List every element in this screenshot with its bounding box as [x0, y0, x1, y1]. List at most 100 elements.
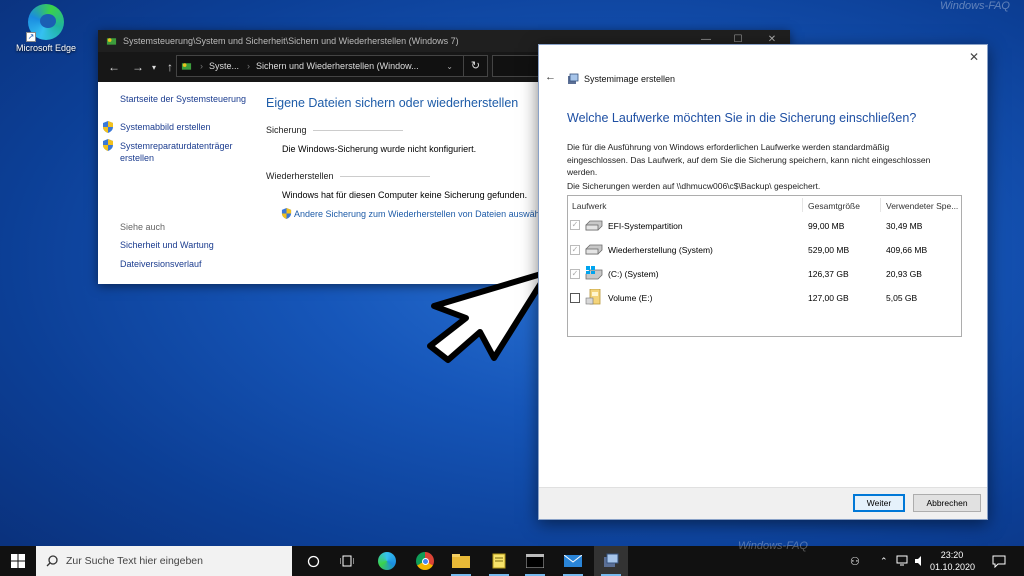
back-arrow-icon[interactable]: ← — [104, 60, 124, 74]
column-header-used[interactable]: Verwendeter Spe... — [886, 201, 958, 211]
drive-total: 99,00 MB — [808, 221, 845, 231]
description-line: Die für die Ausführung von Windows erfor… — [567, 142, 890, 152]
section-title: Sicherung — [266, 125, 307, 135]
divider — [312, 129, 403, 131]
drive-total: 126,37 GB — [808, 269, 849, 279]
see-also-label: Siehe auch — [120, 222, 166, 232]
search-placeholder: Zur Suche Text hier eingeben — [66, 555, 203, 567]
table-row[interactable]: Volume (E:) 127,00 GB 5,05 GB — [568, 286, 961, 308]
refresh-icon[interactable]: ↻ — [463, 56, 487, 76]
edge-taskbar-icon[interactable] — [370, 546, 404, 576]
chevron-down-icon[interactable]: ▾ — [148, 63, 160, 72]
sidebar-item-security[interactable]: Sicherheit und Wartung — [120, 240, 214, 250]
column-divider[interactable] — [802, 198, 803, 212]
desktop-icon-microsoft-edge[interactable]: ↗ Microsoft Edge — [12, 4, 80, 53]
sidebar-item-create-image[interactable]: Systemabbild erstellen — [120, 122, 211, 132]
drive-name: EFI-Systempartition — [608, 221, 683, 231]
column-header-drive[interactable]: Laufwerk — [572, 201, 607, 211]
drive-used: 5,05 GB — [886, 293, 918, 303]
table-header: Laufwerk Gesamtgröße Verwendeter Spe... — [568, 196, 961, 214]
forward-arrow-icon[interactable]: → — [128, 60, 148, 74]
checkbox-checked-disabled: ✓ — [570, 269, 580, 279]
clock-date: 01.10.2020 — [930, 562, 976, 572]
windows-logo-icon — [11, 554, 25, 568]
people-icon[interactable]: ⚇ — [850, 546, 860, 576]
chrome-icon[interactable] — [408, 546, 442, 576]
clock[interactable]: 23:20 01.10.2020 — [930, 549, 976, 573]
shield-icon — [102, 121, 114, 135]
link-label: Andere Sicherung zum Wiederherstellen vo… — [294, 208, 542, 219]
drive-list[interactable]: Laufwerk Gesamtgröße Verwendeter Spe... … — [567, 195, 962, 337]
clock-time: 23:20 — [940, 550, 964, 560]
drive-icon — [585, 244, 603, 255]
drive-icon — [585, 220, 603, 231]
volume-icon[interactable] — [914, 546, 926, 576]
control-panel-icon — [181, 63, 192, 70]
shield-icon — [281, 208, 292, 219]
sidebar-item-label: Systemreparaturdatenträger — [120, 141, 233, 151]
checkbox-checked-disabled: ✓ — [570, 245, 580, 255]
backup-status: Die Windows-Sicherung wurde nicht konfig… — [282, 144, 477, 154]
checkbox-checked-disabled: ✓ — [570, 220, 580, 230]
desktop-icon-label: Microsoft Edge — [15, 43, 77, 53]
sidebar-item-home[interactable]: Startseite der Systemsteuerung — [120, 94, 270, 104]
column-header-total[interactable]: Gesamtgröße — [808, 201, 860, 211]
next-button[interactable]: Weiter — [853, 494, 905, 512]
dialog-heading: Welche Laufwerke möchten Sie in die Sich… — [567, 111, 917, 125]
address-bar[interactable]: › Syste... › Sichern und Wiederherstelle… — [176, 55, 488, 77]
network-icon[interactable] — [896, 546, 910, 576]
volume-drive-icon — [585, 289, 601, 305]
section-backup: Sicherung — [266, 125, 542, 135]
table-row[interactable]: ✓ EFI-Systempartition 99,00 MB 30,49 MB — [568, 214, 961, 236]
cancel-button[interactable]: Abbrechen — [913, 494, 981, 512]
breadcrumb-system[interactable]: Syste... — [209, 61, 239, 71]
task-view-icon[interactable] — [296, 546, 330, 576]
close-icon[interactable]: ✕ — [969, 50, 979, 64]
divider — [339, 175, 430, 177]
task-view-button[interactable] — [330, 546, 364, 576]
notepad-icon[interactable] — [482, 546, 516, 576]
breadcrumb-current[interactable]: Sichern und Wiederherstellen (Window... — [256, 61, 419, 71]
window-title: Systemsteuerung\System und Sicherheit\Si… — [123, 36, 459, 46]
dialog-footer: Weiter Abbrechen — [539, 487, 987, 519]
section-restore: Wiederherstellen — [266, 171, 542, 181]
main-content: Eigene Dateien sichern oder wiederherste… — [266, 96, 542, 219]
drive-used: 409,66 MB — [886, 245, 928, 255]
dialog-description: Die für die Ausführung von Windows erfor… — [567, 141, 977, 179]
chevron-up-icon[interactable]: ⌃ — [880, 546, 888, 576]
drive-total: 127,00 GB — [808, 293, 849, 303]
drive-used: 20,93 GB — [886, 269, 922, 279]
command-prompt-icon[interactable] — [518, 546, 552, 576]
notification-icon[interactable] — [992, 546, 1006, 576]
checkbox-unchecked[interactable] — [570, 293, 580, 303]
table-row[interactable]: ✓ Wiederherstellung (System) 529,00 MB 4… — [568, 238, 961, 260]
sidebar-item-repair-disc[interactable]: Systemreparaturdatenträger erstellen — [120, 140, 233, 164]
mail-icon[interactable] — [556, 546, 590, 576]
back-arrow-icon[interactable]: ← — [545, 71, 556, 83]
system-image-dialog: ✕ ← Systemimage erstellen Welche Laufwer… — [538, 44, 988, 520]
start-button[interactable] — [0, 546, 36, 576]
drive-name: Wiederherstellung (System) — [608, 245, 713, 255]
shield-icon — [102, 139, 114, 153]
file-explorer-icon[interactable] — [444, 546, 478, 576]
taskbar: Zur Suche Text hier eingeben ⚇ ⌃ 23:20 0… — [0, 540, 1024, 576]
sidebar-item-label: erstellen — [120, 153, 155, 163]
watermark: Windows-FAQ — [940, 0, 1010, 12]
pointer-arrow-icon — [427, 269, 551, 363]
edge-icon: ↗ — [26, 4, 64, 42]
control-panel-icon — [106, 38, 117, 45]
column-divider[interactable] — [880, 198, 881, 212]
restore-other-backup-link[interactable]: Andere Sicherung zum Wiederherstellen vo… — [281, 208, 542, 219]
section-title: Wiederherstellen — [266, 171, 334, 181]
backup-taskbar-icon[interactable] — [594, 546, 628, 576]
table-row[interactable]: ✓ (C:) (System) 126,37 GB 20,93 GB — [568, 262, 961, 284]
backup-icon — [568, 73, 579, 84]
description-line: werden. — [567, 167, 598, 177]
drive-name: (C:) (System) — [608, 269, 659, 279]
chevron-down-icon[interactable]: ⌄ — [446, 62, 453, 71]
taskbar-search-input[interactable]: Zur Suche Text hier eingeben — [36, 546, 292, 576]
watermark: Windows-FAQ — [738, 540, 808, 552]
drive-used: 30,49 MB — [886, 221, 923, 231]
drive-total: 529,00 MB — [808, 245, 850, 255]
sidebar-item-file-history[interactable]: Dateiversionsverlauf — [120, 259, 202, 269]
